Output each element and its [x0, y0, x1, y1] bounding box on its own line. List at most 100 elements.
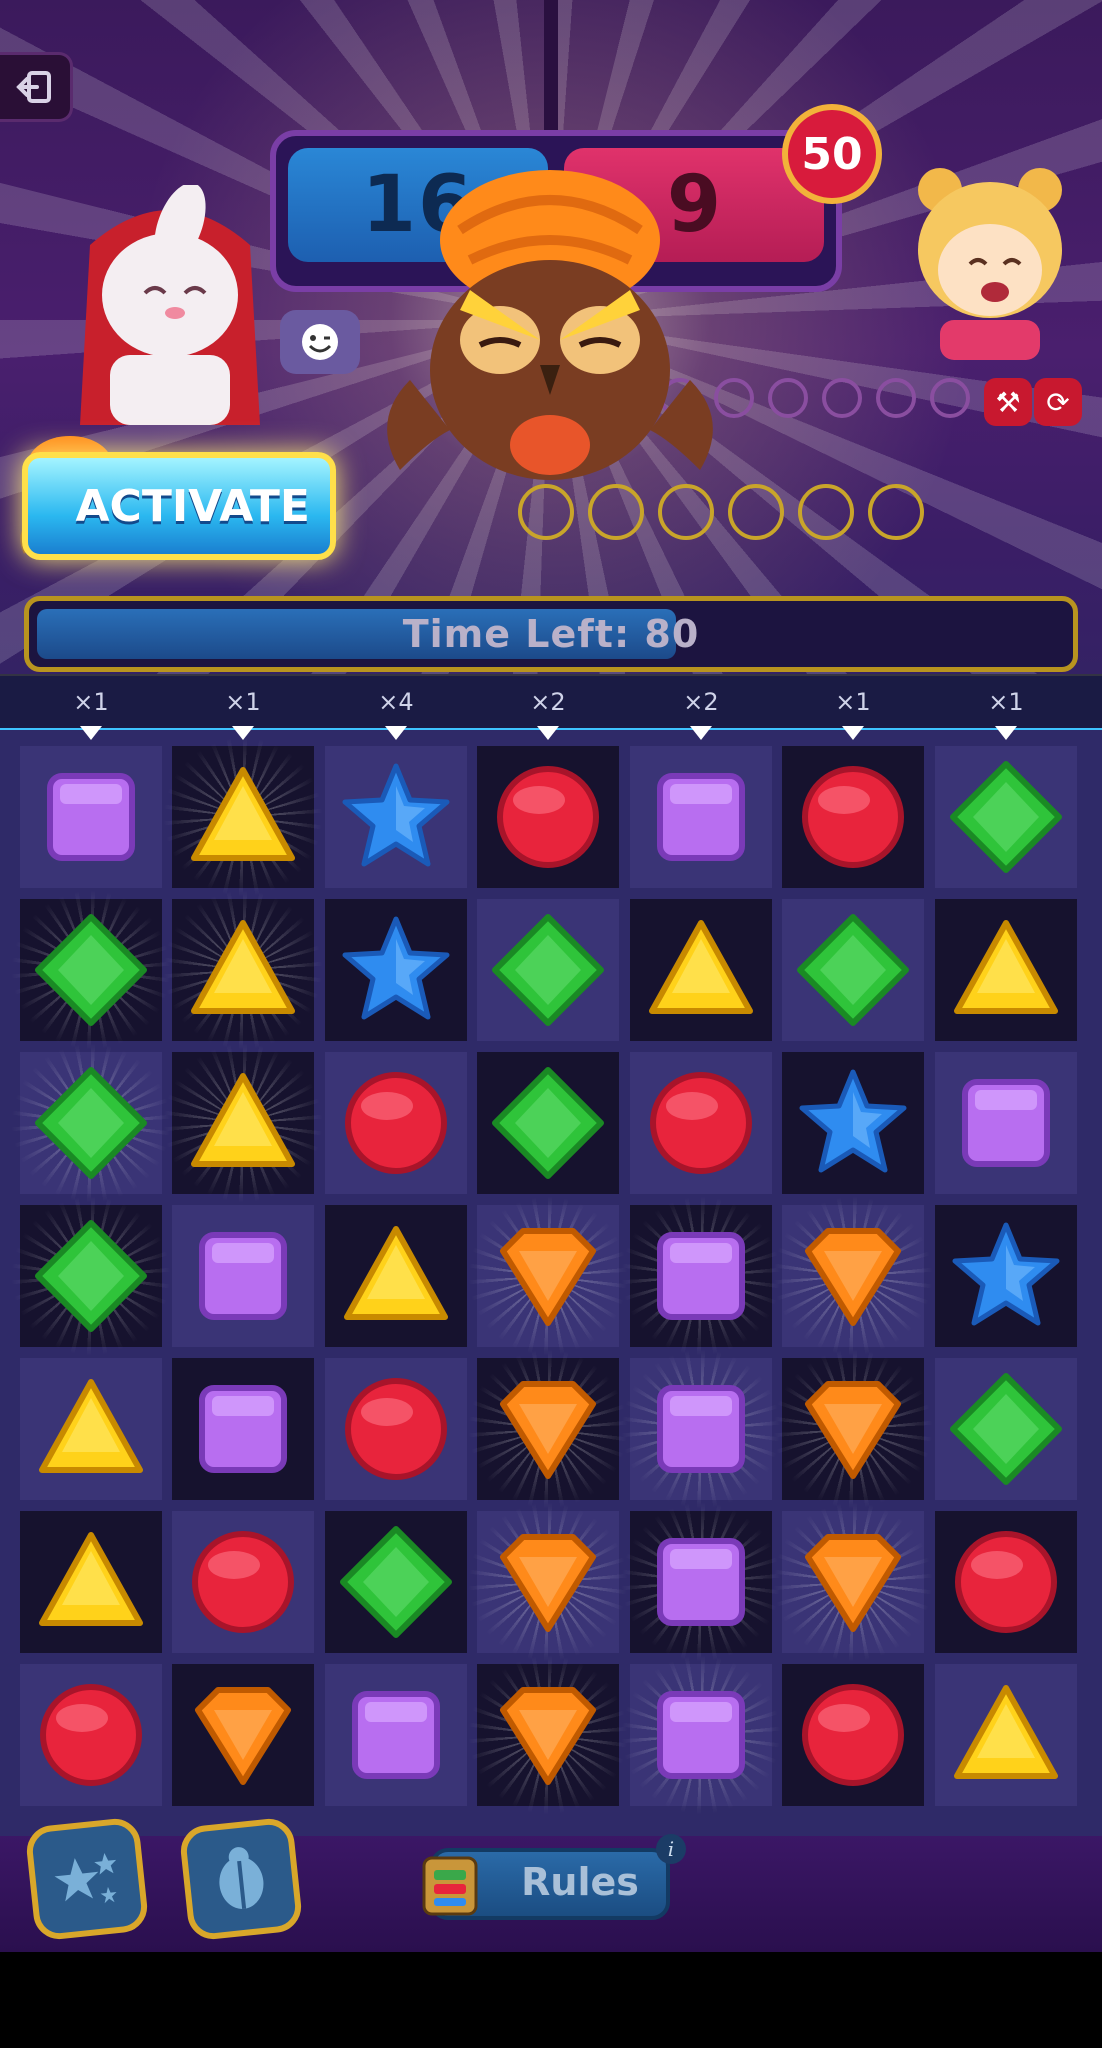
- column-multiplier: ×2: [530, 688, 566, 716]
- gem-cell[interactable]: [20, 1052, 162, 1194]
- red-circle-gem: [192, 1531, 294, 1633]
- gem-cell[interactable]: [630, 1205, 772, 1347]
- emoji-icon: [302, 324, 338, 360]
- gem-cell[interactable]: [782, 1664, 924, 1806]
- gem-cell[interactable]: [935, 746, 1077, 888]
- chat-button[interactable]: [280, 310, 360, 374]
- red-circle-gem: [497, 766, 599, 868]
- gem-cell[interactable]: [782, 899, 924, 1041]
- purple-square-gem: [657, 1538, 745, 1626]
- green-diamond-gem: [340, 1526, 452, 1638]
- gem-cell[interactable]: [172, 1052, 314, 1194]
- gem-cell[interactable]: [325, 746, 467, 888]
- top-divider: [544, 0, 558, 130]
- gem-cell[interactable]: [325, 1664, 467, 1806]
- gem-cell[interactable]: [172, 899, 314, 1041]
- gem-cell[interactable]: [325, 1511, 467, 1653]
- gem-cell[interactable]: [172, 1664, 314, 1806]
- player-avatar-bunny: [80, 185, 260, 425]
- red-circle-gem: [955, 1531, 1057, 1633]
- gem-cell[interactable]: [630, 1511, 772, 1653]
- time-bar: Time Left: 80: [24, 596, 1078, 672]
- gem-cell[interactable]: [477, 1052, 619, 1194]
- drop-arrow: [842, 726, 864, 740]
- gem-cell[interactable]: [325, 899, 467, 1041]
- purple-square-gem: [657, 1691, 745, 1779]
- gem-cell[interactable]: [20, 899, 162, 1041]
- gem-cell[interactable]: [630, 1052, 772, 1194]
- gem-cell[interactable]: [782, 1205, 924, 1347]
- power-dot: [822, 378, 862, 418]
- column-multiplier: ×1: [988, 688, 1024, 716]
- green-diamond-gem: [797, 914, 909, 1026]
- red-circle-gem: [650, 1072, 752, 1174]
- gem-cell[interactable]: [172, 1205, 314, 1347]
- activate-button[interactable]: ACTIVATE: [22, 452, 336, 560]
- gem-cell[interactable]: [477, 746, 619, 888]
- orange-gem-gem: [500, 1228, 596, 1326]
- time-left-label: Time Left: 80: [402, 612, 700, 656]
- gem-cell[interactable]: [20, 1205, 162, 1347]
- gem-cell[interactable]: [935, 1664, 1077, 1806]
- gem-cell[interactable]: [20, 1358, 162, 1500]
- purple-square-gem: [657, 773, 745, 861]
- gem-cell[interactable]: [477, 1205, 619, 1347]
- rules-book-icon: [422, 1856, 478, 1916]
- scarab-booster-button[interactable]: [178, 1816, 304, 1942]
- blue-star-gem: [342, 916, 450, 1020]
- red-circle-gem: [802, 1684, 904, 1786]
- gem-cell[interactable]: [935, 1511, 1077, 1653]
- star-booster-button[interactable]: [24, 1816, 150, 1942]
- drop-arrow: [80, 726, 102, 740]
- green-diamond-gem: [950, 1373, 1062, 1485]
- green-diamond-gem: [492, 1067, 604, 1179]
- power-dot: [930, 378, 970, 418]
- gem-cell[interactable]: [172, 746, 314, 888]
- drop-arrow: [995, 726, 1017, 740]
- swap-icon: ⟳: [1046, 385, 1070, 419]
- drop-arrow: [537, 726, 559, 740]
- gem-cell[interactable]: [325, 1358, 467, 1500]
- gem-cell[interactable]: [782, 1511, 924, 1653]
- swap-button[interactable]: ⟳: [1034, 378, 1082, 426]
- gem-cell[interactable]: [172, 1358, 314, 1500]
- info-icon[interactable]: i: [656, 1834, 686, 1864]
- exit-button[interactable]: [0, 52, 73, 122]
- red-circle-gem: [40, 1684, 142, 1786]
- gem-cell[interactable]: [172, 1511, 314, 1653]
- exit-icon: [16, 71, 51, 103]
- yellow-triangle-gem: [39, 1532, 143, 1626]
- yellow-triangle-gem: [954, 920, 1058, 1014]
- orange-gem-gem: [500, 1381, 596, 1479]
- gem-cell[interactable]: [935, 1358, 1077, 1500]
- gem-cell[interactable]: [630, 899, 772, 1041]
- gem-cell[interactable]: [630, 746, 772, 888]
- gem-cell[interactable]: [477, 899, 619, 1041]
- gem-cell[interactable]: [20, 1664, 162, 1806]
- yellow-triangle-gem: [649, 920, 753, 1014]
- yellow-triangle-gem: [39, 1379, 143, 1473]
- target-score-badge: 50: [782, 104, 882, 204]
- gem-cell[interactable]: [20, 1511, 162, 1653]
- gem-cell[interactable]: [782, 746, 924, 888]
- gem-cell[interactable]: [782, 1052, 924, 1194]
- hammer-button[interactable]: ⚒: [984, 378, 1032, 426]
- gem-cell[interactable]: [782, 1358, 924, 1500]
- column-multiplier: ×1: [225, 688, 261, 716]
- gem-cell[interactable]: [935, 899, 1077, 1041]
- gem-cell[interactable]: [325, 1205, 467, 1347]
- drop-arrow: [690, 726, 712, 740]
- gem-cell[interactable]: [935, 1205, 1077, 1347]
- gem-cell[interactable]: [630, 1358, 772, 1500]
- gem-cell[interactable]: [325, 1052, 467, 1194]
- column-multiplier: ×1: [73, 688, 109, 716]
- purple-square-gem: [352, 1691, 440, 1779]
- green-diamond-gem: [492, 914, 604, 1026]
- gem-cell[interactable]: [477, 1358, 619, 1500]
- gem-cell[interactable]: [477, 1511, 619, 1653]
- gem-cell[interactable]: [630, 1664, 772, 1806]
- gem-cell[interactable]: [477, 1664, 619, 1806]
- column-multiplier: ×2: [683, 688, 719, 716]
- gem-cell[interactable]: [20, 746, 162, 888]
- gem-cell[interactable]: [935, 1052, 1077, 1194]
